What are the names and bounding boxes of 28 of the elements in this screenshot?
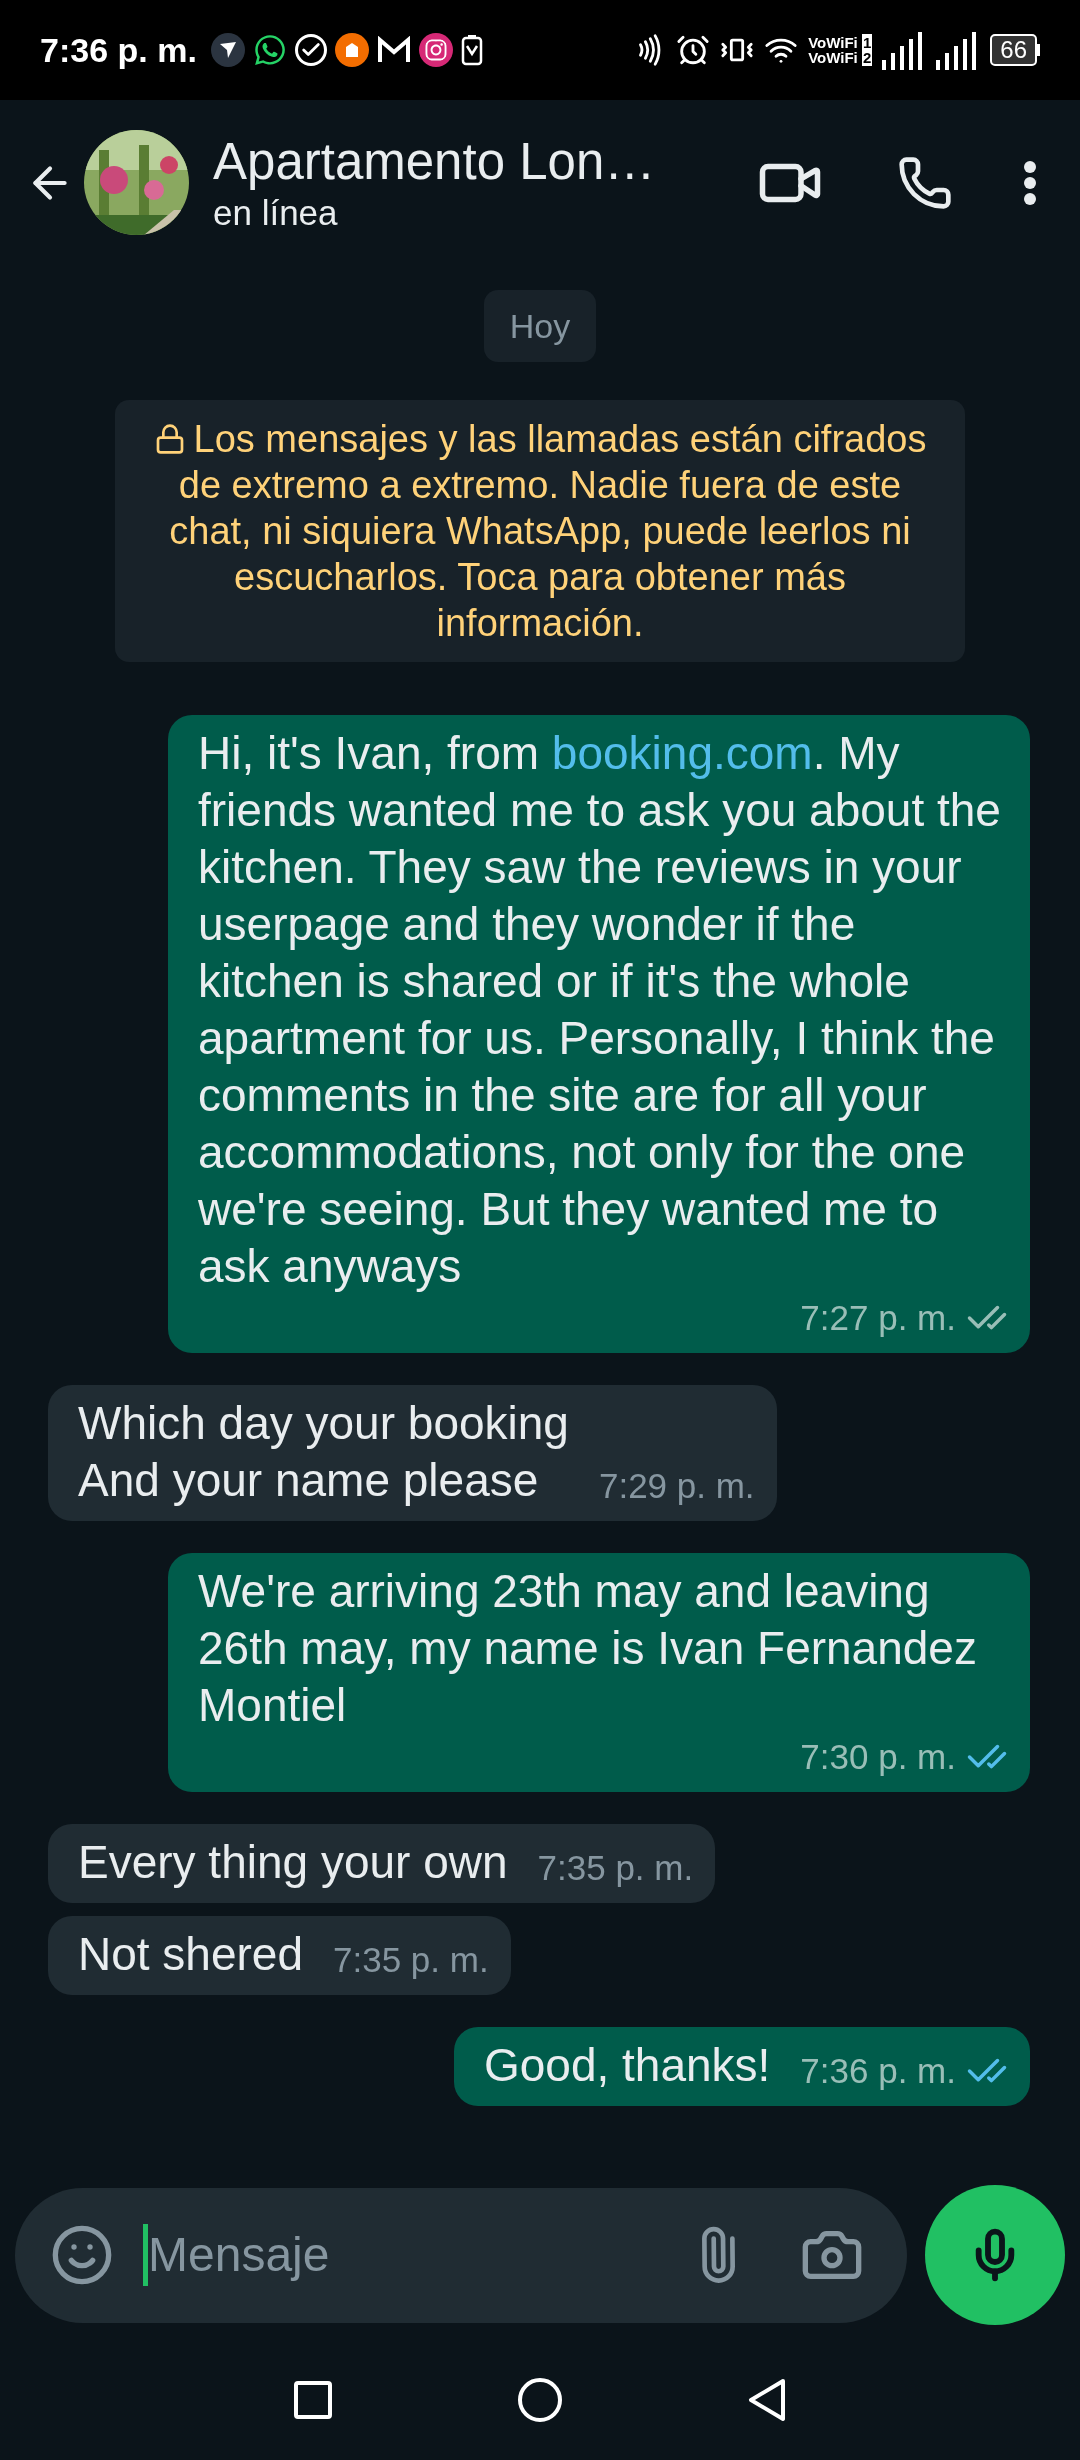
sent-message-bubble[interactable]: Good, thanks! 7:36 p. m. bbox=[453, 2027, 1030, 2106]
message-text: Good, thanks! bbox=[483, 2038, 771, 2093]
message-field[interactable]: Mensaje bbox=[148, 2219, 687, 2291]
message-time: 7:36 p. m. bbox=[800, 2051, 956, 2091]
message-time: 7:30 p. m. bbox=[800, 1737, 956, 1777]
received-message-bubble[interactable]: Not shered 7:35 p. m. bbox=[48, 1916, 511, 1995]
encryption-notice[interactable]: Los mensajes y las llamadas están cifrados de extremo a extremo. Nadie fuera de este chat, ni siquiera WhatsApp, puede leerlos ni escucharlos. Toca para obtener más información. bbox=[115, 400, 965, 662]
message-time: 7:35 p. m. bbox=[537, 1848, 694, 1888]
message-text: Which day your booking And your name please bbox=[78, 1396, 569, 1508]
chat-title[interactable]: Apartamento Lon… bbox=[213, 131, 750, 192]
message-time: 7:27 p. m. bbox=[800, 1298, 956, 1338]
message-time: 7:35 p. m. bbox=[333, 1940, 489, 1980]
message-text: Every thing your own bbox=[78, 1835, 508, 1890]
date-chip: Hoy bbox=[483, 290, 597, 362]
message-text: We're arriving 23th may and leaving 26th may, my name is Ivan Fernandez Montiel bbox=[198, 1564, 978, 1733]
message-text: Not shered bbox=[78, 1927, 303, 1982]
message-text: Hi, it's Ivan, from booking.com. My friends wanted me to ask you about the kitchen. They saw the reviews in your userpage and they wonder if the kitchen is shared or if it's the whole apartment for us. Personally, I think the comments in the site are for all your accommodations, not only for the one we're seeing. But they wanted me to ask anyways bbox=[198, 726, 1002, 1294]
battery-icon: 66 bbox=[990, 34, 1040, 66]
received-message-bubble[interactable]: Every thing your own 7:35 p. m. bbox=[48, 1824, 716, 1903]
online-status: en línea bbox=[213, 191, 339, 234]
encryption-notice-text: Los mensajes y las llamadas están cifrados de extremo a extremo. Nadie fuera de este chat, ni siquiera WhatsApp, puede leerlos ni escucharlos. Toca para obtener más información. bbox=[137, 416, 943, 646]
message-time: 7:29 p. m. bbox=[598, 1466, 755, 1506]
sent-message-bubble[interactable]: We're arriving 23th may and leaving 26th may, my name is Ivan Fernandez Montiel 7:30 p. m. bbox=[168, 1553, 1030, 1792]
composer-bar[interactable]: Mensaje bbox=[15, 2187, 907, 2323]
message-link[interactable]: booking.com bbox=[551, 727, 813, 779]
vowifi-label: VoWiFi 2 bbox=[808, 50, 873, 65]
received-message-bubble[interactable]: Which day your booking And your name please 7:29 p. m. bbox=[48, 1385, 777, 1521]
clock-time: 7:36 p. m. bbox=[40, 29, 197, 71]
